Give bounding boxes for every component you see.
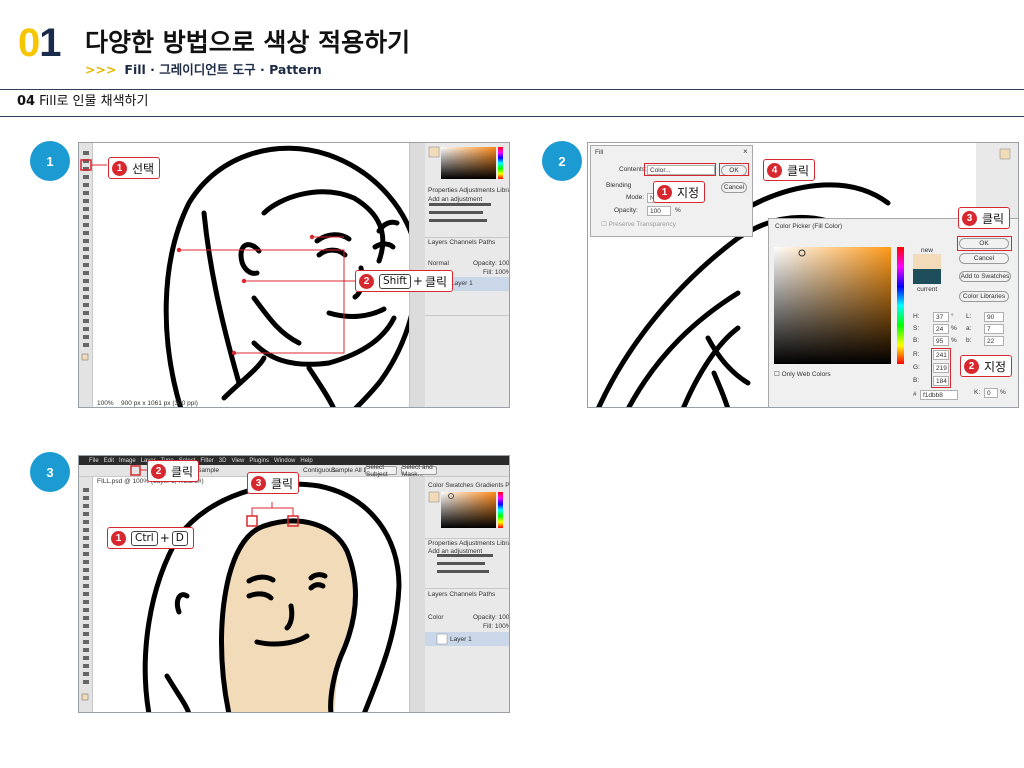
opacity-unit: %	[675, 207, 681, 214]
step-2-screenshot: Fill × Contents: Color... Blending Mode:…	[587, 142, 1019, 408]
step-3-callout-ctrl-d: 1 Ctrl + D	[107, 527, 194, 549]
properties-tabs[interactable]: Properties Adjustments Libraries	[428, 540, 509, 548]
add-to-swatches-button[interactable]: Add to Swatches	[959, 271, 1011, 282]
b2-label: B:	[913, 377, 920, 384]
b-unit: %	[951, 337, 957, 344]
only-web-colors-checkbox[interactable]: ☐ Only Web Colors	[774, 371, 831, 379]
rgb-highlight	[931, 348, 951, 388]
s-label: S:	[913, 325, 920, 332]
k-input[interactable]: 0	[984, 388, 998, 398]
opacity-label: Opacity:	[614, 207, 638, 214]
b-label: B:	[913, 337, 920, 344]
hex-input[interactable]: f1dbb8	[920, 390, 958, 400]
l-input[interactable]: 90	[984, 312, 1004, 322]
section-divider	[0, 116, 1024, 117]
bb-input[interactable]: 22	[984, 336, 1004, 346]
doc-info: 900 px x 1061 px (300 ppi)	[121, 400, 198, 407]
layer-fill[interactable]: Fill: 100%	[483, 269, 509, 277]
color-tabs[interactable]: Color Swatches Gradients Patterns	[428, 482, 509, 490]
blend-mode[interactable]: Color	[428, 614, 444, 622]
step-1-screenshot: 100% 900 px x 1061 px (300 ppi) Properti…	[78, 142, 510, 408]
layer-name[interactable]: Layer 1	[451, 280, 473, 288]
step-2-callout-fill-ok: 4 클릭	[763, 159, 816, 181]
mode-label: Mode:	[626, 194, 645, 201]
h-label: H:	[913, 313, 920, 320]
s-unit: %	[951, 325, 957, 332]
contents-highlight	[644, 163, 716, 176]
fill-dialog-title: Fill	[595, 149, 604, 156]
step-1-badge: 1	[30, 141, 70, 181]
b-input[interactable]: 95	[933, 336, 949, 346]
preserve-transparency-checkbox[interactable]: ☐ Preserve Transparency	[601, 221, 676, 229]
page-subtitle: >>> Fill · 그레이디언트 도구 · Pattern	[85, 62, 322, 78]
step-2-badge: 2	[542, 141, 582, 181]
properties-tabs[interactable]: Properties Adjustments Libraries	[428, 187, 509, 195]
add-adjustment-label: Add an adjustment	[428, 548, 483, 555]
k-label: K:	[974, 389, 981, 396]
layers-tabs[interactable]: Layers Channels Paths	[428, 591, 495, 599]
section-title: 04 Fill로 인물 채색하기	[17, 94, 149, 109]
h-unit: °	[951, 313, 954, 320]
color-picker-title: Color Picker (Fill Color)	[775, 223, 843, 230]
page-title: 다양한 방법으로 색상 적용하기	[85, 28, 411, 57]
step-2-callout-picker-ok: 3 클릭	[958, 207, 1011, 229]
current-color-label: current	[917, 286, 938, 293]
subtitle-text: Fill · 그레이디언트 도구 · Pattern	[124, 62, 322, 77]
g-label: G:	[913, 364, 920, 371]
chapter-number: 01	[18, 21, 62, 65]
step-2-callout-contents: 1 지정	[653, 181, 706, 203]
blending-label: Blending	[606, 182, 632, 189]
hex-label: #	[913, 391, 917, 398]
step-3-callout-bucket-click: 2 클릭	[147, 460, 200, 482]
layer-opacity[interactable]: Opacity: 100%	[473, 260, 509, 268]
picker-ok-highlight	[957, 236, 1012, 251]
bb-label: b:	[966, 337, 972, 344]
r-label: R:	[913, 351, 920, 358]
fill-dialog-close-icon[interactable]: ×	[743, 148, 748, 156]
subtitle-arrows: >>>	[85, 62, 117, 77]
step-3-badge: 3	[30, 452, 70, 492]
l-label: L:	[966, 313, 972, 320]
opacity-input[interactable]: 100	[647, 206, 671, 216]
a-input[interactable]: 7	[984, 324, 1004, 334]
blend-mode[interactable]: Normal	[428, 260, 449, 268]
step-2-callout-rgb: 2 지정	[960, 355, 1013, 377]
add-adjustment-label: Add an adjustment	[428, 196, 483, 203]
panel-icons-strip[interactable]	[409, 477, 425, 712]
fill-cancel-button[interactable]: Cancel	[721, 182, 747, 193]
fill-ok-highlight	[719, 163, 749, 176]
a-label: a:	[966, 325, 972, 332]
new-color-label: new	[921, 247, 933, 254]
contents-label: Contents:	[619, 166, 647, 173]
layer-name[interactable]: Layer 1	[450, 636, 472, 644]
picker-cancel-button[interactable]: Cancel	[959, 253, 1009, 264]
k-unit: %	[1000, 389, 1006, 396]
step-1-callout-select: 1 선택	[108, 157, 161, 179]
step-1-callout-shift-click: 2 Shift + 클릭	[355, 270, 454, 292]
color-libraries-button[interactable]: Color Libraries	[959, 291, 1009, 302]
s-input[interactable]: 24	[933, 324, 949, 334]
step-3-callout-canvas-click: 3 클릭	[247, 472, 300, 494]
layer-opacity[interactable]: Opacity: 100%	[473, 614, 509, 622]
layers-tabs[interactable]: Layers Channels Paths	[428, 239, 495, 247]
h-input[interactable]: 37	[933, 312, 949, 322]
step-3-screenshot: FileEditImageLayerTypeSelectFilter3DView…	[78, 455, 510, 713]
zoom-readout: 100%	[97, 400, 114, 407]
layer-fill[interactable]: Fill: 100%	[483, 623, 509, 631]
header-divider	[0, 89, 1024, 90]
